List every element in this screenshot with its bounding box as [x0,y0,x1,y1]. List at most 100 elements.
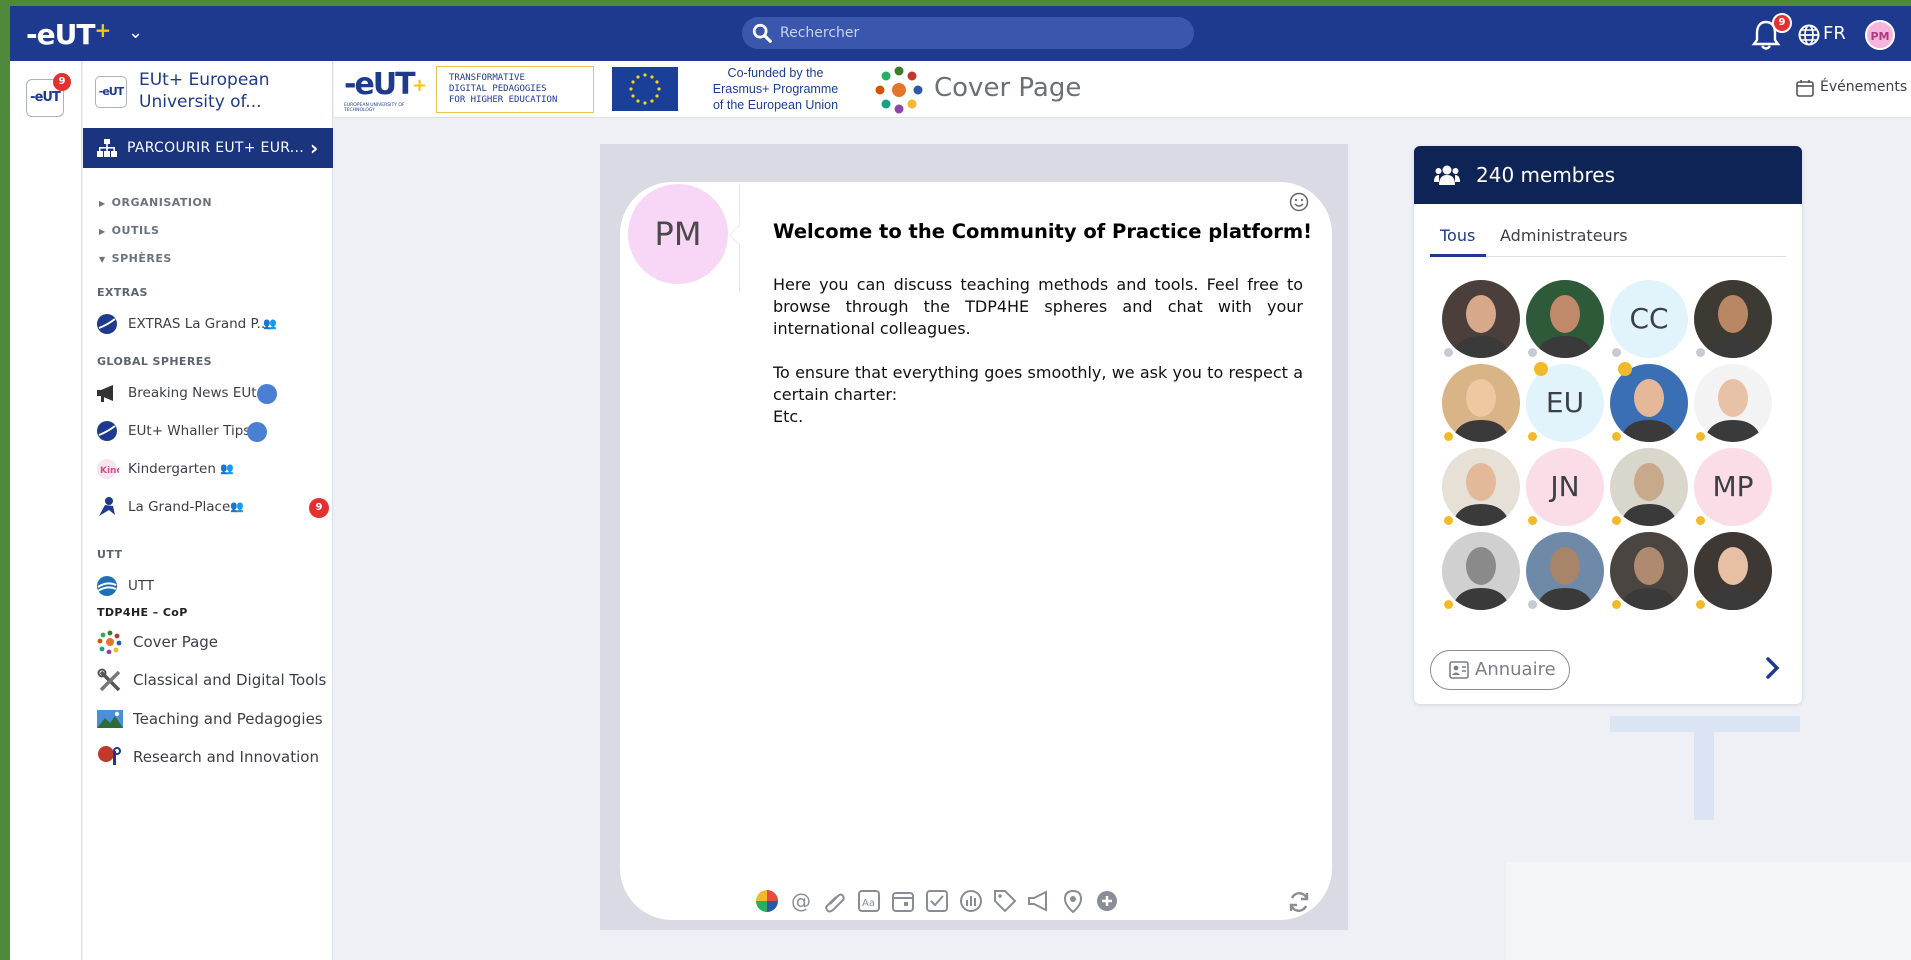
sidebar-item-label: Teaching and Pedagogies [133,710,323,728]
eu-text-line: Co-funded by the [727,66,824,80]
calendar-icon[interactable] [890,888,916,914]
tab-all-members[interactable]: Tous [1440,226,1475,245]
poll-icon[interactable] [958,888,984,914]
community-header[interactable]: -eUT EUt+ European University of... [83,61,333,125]
directory-button[interactable]: Annuaire [1430,650,1570,690]
location-icon[interactable] [1060,888,1086,914]
eu-text-line: Erasmus+ Programme [712,82,839,96]
sitemap-icon [97,139,117,157]
member-photo [1704,547,1762,610]
tdp4he-banner: TRANSFORMATIVE DIGITAL PEDAGOGIES FOR HI… [436,66,594,113]
member-photo [1536,295,1594,358]
at-icon[interactable]: @ [788,888,814,914]
sidebar-item-kindergarten[interactable]: Kind Kindergarten 👥 [95,454,325,484]
section-label: SPHÈRES [111,252,172,265]
post-paragraph: Here you can discuss teaching methods an… [773,275,1303,338]
sidebar-item-cover-page[interactable]: Cover Page [97,627,327,657]
sidebar-item-label: Research and Innovation [133,748,319,766]
member-avatar[interactable] [1442,532,1520,610]
search-placeholder: Rechercher [780,25,860,41]
events-link[interactable]: Événements [1796,79,1907,97]
member-avatar[interactable] [1442,280,1520,358]
search-input[interactable]: Rechercher [742,17,1194,49]
section-organisation[interactable]: ▶ ORGANISATION [99,196,212,209]
palette-icon[interactable] [754,888,780,914]
member-photo [1620,379,1678,442]
member-avatar[interactable]: JN [1526,448,1604,526]
presence-dot [1528,348,1537,357]
member-avatar[interactable]: MP [1694,448,1772,526]
sidebar-item-teaching-pedagogies[interactable]: Teaching and Pedagogies [97,704,327,734]
presence-dot [1528,516,1537,525]
community-icon: 👥 [230,500,244,513]
sidebar-item-label: Kindergarten [128,461,216,477]
eu-funding-text: Co-funded by the Erasmus+ Programme of t… [688,65,863,113]
community-name: EUt+ European University of... [139,70,270,112]
member-photo [1620,463,1678,526]
group-label-extras: EXTRAS [97,286,148,299]
plus-circle-icon[interactable] [1094,888,1120,914]
tab-administrators[interactable]: Administrateurs [1500,226,1628,245]
users-icon [1434,165,1460,185]
section-spheres[interactable]: ▼ SPHÈRES [99,252,172,265]
sidebar-item-label: Classical and Digital Tools [133,671,327,689]
sidebar-item-classical-digital-tools[interactable]: Classical and Digital Tools [97,665,327,695]
top-bar: -eUT+ ⌄ Rechercher 9 FR PM [10,6,1911,61]
member-avatar[interactable] [1694,280,1772,358]
eu-flag-icon [612,67,678,111]
community-icon: 👥 [220,462,234,475]
editor-toolbar: @ Aa [754,888,1134,916]
author-avatar[interactable]: PM [628,184,728,284]
text-format-icon[interactable]: Aa [856,888,882,914]
member-photo [1452,379,1510,442]
member-avatar[interactable] [1442,448,1520,526]
member-avatar[interactable] [1694,364,1772,442]
tag-icon[interactable] [992,888,1018,914]
sidebar-item-utt[interactable]: UTT [95,571,325,601]
network-rail: -eUT 9 [10,61,82,960]
sidebar-item-label: Cover Page [133,633,219,651]
app-logo[interactable]: -eUT+ [26,18,111,51]
checkbox-icon[interactable] [924,888,950,914]
banner-logo-text: -eUT [344,67,416,102]
member-avatar[interactable] [1694,532,1772,610]
browse-community-button[interactable]: PARCOURIR EUT+ EUR... › [83,128,333,168]
sidebar-item-breaking-news[interactable]: Breaking News EUt+ [95,378,325,408]
refresh-icon[interactable] [1287,890,1311,914]
member-avatar[interactable] [1610,364,1688,442]
section-outils[interactable]: ▶ OUTILS [99,224,159,237]
sidebar-item-extras-la-grand-place[interactable]: EXTRAS La Grand P... 👥 [95,309,325,339]
member-avatar[interactable] [1610,448,1688,526]
sphere-icon [97,314,117,334]
member-avatar[interactable] [1610,532,1688,610]
member-avatar[interactable] [1526,280,1604,358]
language-selector[interactable]: FR [1823,23,1846,44]
members-widget: 240 membres Tous Administrateurs Annuair… [1414,146,1802,704]
group-label-utt: UTT [97,548,123,561]
sidebar-item-la-grand-place[interactable]: La Grand-Place 👥 9 [95,492,329,522]
presence-dot [1528,600,1537,609]
post-closing: Etc. [773,407,804,426]
globe-icon[interactable] [1797,23,1821,47]
sidebar-item-research-innovation[interactable]: Research and Innovation [97,742,327,772]
research-icon [98,746,121,765]
admin-badge-icon [1618,362,1632,376]
chevron-right-icon[interactable] [1760,654,1784,682]
smiley-icon[interactable] [1289,192,1309,212]
presence-dot [1612,600,1621,609]
member-avatar[interactable]: EU [1526,364,1604,442]
member-avatar[interactable] [1442,364,1520,442]
sphere-icon [97,421,117,441]
contact-card-icon [1449,661,1469,679]
tools-icon [97,668,121,692]
network-badge: 9 [53,73,71,91]
chevron-down-icon[interactable]: ⌄ [128,22,143,43]
paperclip-icon[interactable] [822,888,848,914]
logo-text: -eUT [26,18,95,51]
member-avatar[interactable] [1526,532,1604,610]
sidebar-item-whaller-tips[interactable]: EUt+ Whaller Tips [95,416,325,446]
megaphone-icon[interactable] [1026,888,1052,914]
user-avatar[interactable]: PM [1865,20,1895,50]
member-avatar[interactable]: CC [1610,280,1688,358]
sidebar-item-label: UTT [128,578,155,594]
